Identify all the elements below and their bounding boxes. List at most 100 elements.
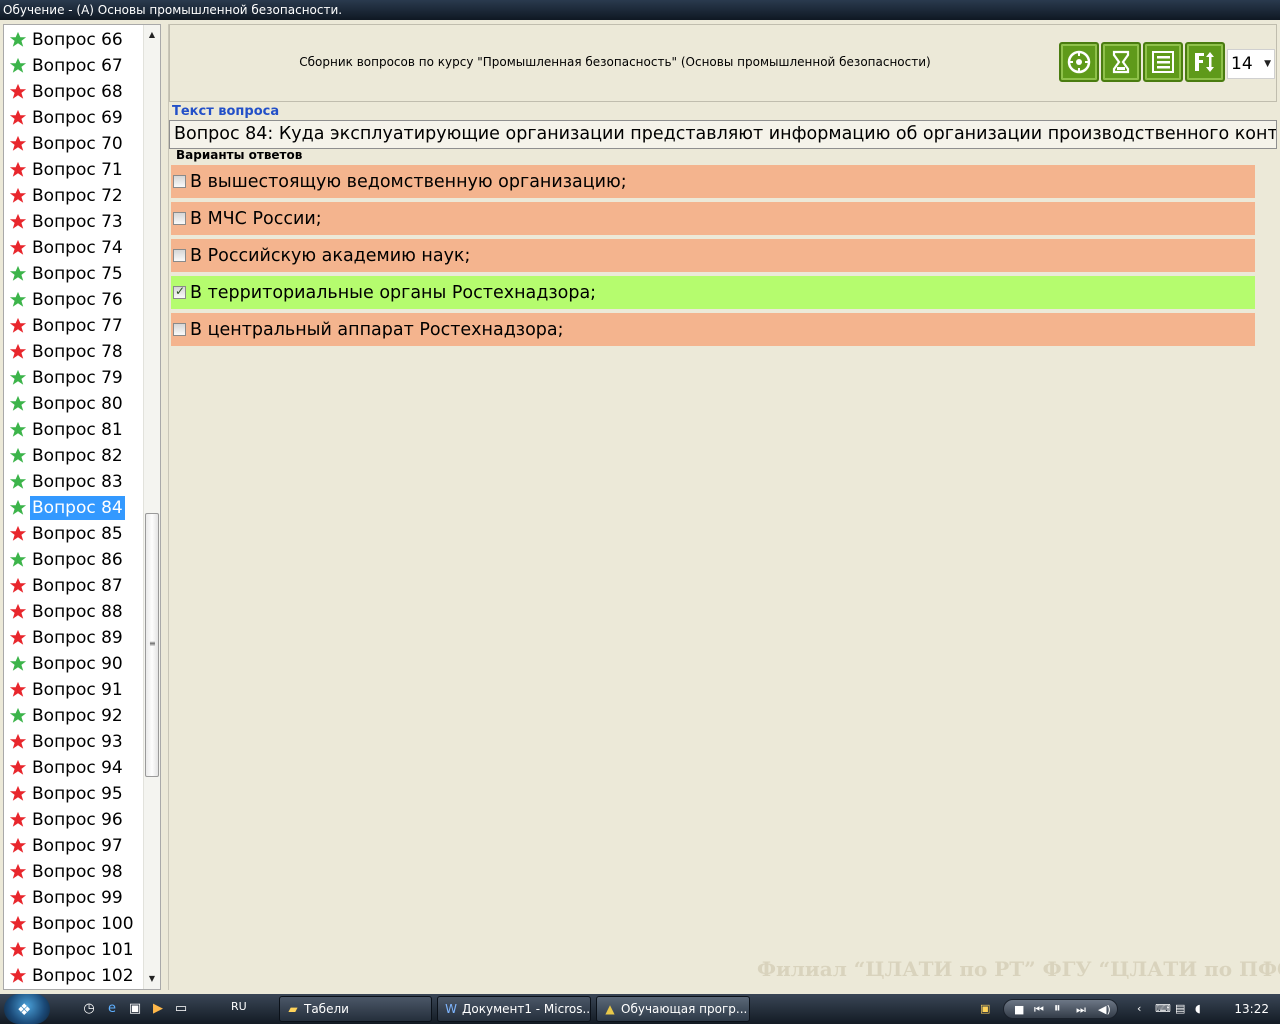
question-section-label: Текст вопроса xyxy=(172,104,280,119)
next-icon[interactable]: ⏭ xyxy=(1076,1002,1086,1018)
scrollbar-thumb[interactable]: ≡ xyxy=(145,513,159,777)
taskbar-item-label: Обучающая прогр... xyxy=(621,1002,748,1016)
scroll-down-arrow-icon[interactable]: ▼ xyxy=(144,971,160,987)
answer-checkbox[interactable] xyxy=(173,212,186,225)
stop-icon[interactable]: ■ xyxy=(1014,1002,1024,1018)
media-player-icon[interactable]: ▶ xyxy=(150,1001,166,1017)
question-list-item[interactable]: Вопрос 99 xyxy=(4,885,144,911)
taskbar-item-document[interactable]: W Документ1 - Micros... xyxy=(437,996,591,1022)
taskbar-item-training-app[interactable]: ▲ Обучающая прогр... xyxy=(596,996,750,1022)
switch-windows-icon[interactable]: ▣ xyxy=(127,1001,143,1017)
answer-checkbox[interactable] xyxy=(173,323,186,336)
question-list-item[interactable]: Вопрос 94 xyxy=(4,755,144,781)
scroll-up-arrow-icon[interactable]: ▲ xyxy=(144,27,160,43)
question-list-item[interactable]: Вопрос 90 xyxy=(4,651,144,677)
star-icon xyxy=(9,421,27,437)
question-list-scrollbar[interactable]: ▲ ≡ ▼ xyxy=(143,25,160,989)
question-list-item[interactable]: Вопрос 77 xyxy=(4,313,144,339)
font-size-button[interactable] xyxy=(1185,42,1225,82)
question-list-item[interactable]: Вопрос 98 xyxy=(4,859,144,885)
question-list-item[interactable]: Вопрос 102 xyxy=(4,963,144,989)
font-size-icon xyxy=(1195,52,1214,72)
language-indicator[interactable]: RU xyxy=(231,1000,247,1013)
media-restore-icon[interactable]: ▣ xyxy=(980,1001,990,1017)
question-list-item[interactable]: Вопрос 97 xyxy=(4,833,144,859)
star-icon xyxy=(9,889,27,905)
question-list-item-label: Вопрос 93 xyxy=(32,732,123,752)
question-list-item[interactable]: Вопрос 87 xyxy=(4,573,144,599)
question-list-item[interactable]: Вопрос 91 xyxy=(4,677,144,703)
clock-button[interactable] xyxy=(1059,42,1099,82)
speaker-icon[interactable]: ◖ xyxy=(1195,1001,1201,1017)
question-list-item[interactable]: Вопрос 66 xyxy=(4,27,144,53)
clock[interactable]: 13:22 xyxy=(1234,1002,1269,1016)
taskbar-item-tabeli[interactable]: ▰ Табели xyxy=(279,996,432,1022)
answer-option[interactable]: В Российскую академию наук; xyxy=(171,239,1255,272)
star-icon xyxy=(9,317,27,333)
app-icon: ▲ xyxy=(605,1002,615,1016)
question-list-item-label: Вопрос 87 xyxy=(32,576,123,596)
previous-icon[interactable]: ⏮ xyxy=(1034,1002,1044,1018)
question-list-item-label: Вопрос 81 xyxy=(32,420,123,440)
question-list-item[interactable]: Вопрос 88 xyxy=(4,599,144,625)
volume-icon[interactable]: ◀) xyxy=(1098,1002,1111,1018)
answer-checkbox[interactable] xyxy=(173,175,186,188)
question-list-item[interactable]: Вопрос 84 xyxy=(4,495,144,521)
question-list-item[interactable]: Вопрос 69 xyxy=(4,105,144,131)
question-list-item[interactable]: Вопрос 85 xyxy=(4,521,144,547)
question-list-item[interactable]: Вопрос 71 xyxy=(4,157,144,183)
question-list-item[interactable]: Вопрос 80 xyxy=(4,391,144,417)
answer-checkbox[interactable] xyxy=(173,249,186,262)
header-panel: Сборник вопросов по курсу "Промышленная … xyxy=(169,24,1277,102)
desktop-shortcut-icon[interactable]: ▭ xyxy=(173,1001,189,1017)
question-list-item-label: Вопрос 71 xyxy=(32,160,123,180)
question-list-item[interactable]: Вопрос 68 xyxy=(4,79,144,105)
question-list-item-label: Вопрос 96 xyxy=(32,810,123,830)
answer-option[interactable]: В территориальные органы Ростехнадзора; xyxy=(171,276,1255,309)
question-list-item[interactable]: Вопрос 92 xyxy=(4,703,144,729)
question-list-item[interactable]: Вопрос 95 xyxy=(4,781,144,807)
answer-option[interactable]: В вышестоящую ведомственную организацию; xyxy=(171,165,1255,198)
show-desktop-icon[interactable]: ◷ xyxy=(81,1001,97,1017)
internet-explorer-icon[interactable]: e xyxy=(104,1001,120,1017)
font-size-select[interactable]: 14 ▼ xyxy=(1227,49,1275,79)
question-list-item[interactable]: Вопрос 73 xyxy=(4,209,144,235)
question-list-item[interactable]: Вопрос 78 xyxy=(4,339,144,365)
star-icon xyxy=(9,681,27,697)
question-list-item[interactable]: Вопрос 100 xyxy=(4,911,144,937)
question-list-item-label: Вопрос 69 xyxy=(32,108,123,128)
question-list-item[interactable]: Вопрос 74 xyxy=(4,235,144,261)
question-list-item[interactable]: Вопрос 76 xyxy=(4,287,144,313)
star-icon xyxy=(9,109,27,125)
timer-button[interactable] xyxy=(1101,42,1141,82)
question-list-item-label: Вопрос 86 xyxy=(32,550,123,570)
font-size-value: 14 xyxy=(1231,54,1253,74)
question-list-item[interactable]: Вопрос 93 xyxy=(4,729,144,755)
question-list-item[interactable]: Вопрос 70 xyxy=(4,131,144,157)
question-list-item-label: Вопрос 66 xyxy=(32,30,123,50)
question-list-item[interactable]: Вопрос 67 xyxy=(4,53,144,79)
answer-option[interactable]: В МЧС России; xyxy=(171,202,1255,235)
pause-icon[interactable]: ⏸ xyxy=(1054,1001,1061,1017)
question-list-item[interactable]: Вопрос 101 xyxy=(4,937,144,963)
star-icon xyxy=(9,707,27,723)
question-list-item[interactable]: Вопрос 82 xyxy=(4,443,144,469)
expand-tray-icon[interactable]: ‹ xyxy=(1137,1001,1141,1017)
answer-option[interactable]: В центральный аппарат Ростехнадзора; xyxy=(171,313,1255,346)
question-list-item[interactable]: Вопрос 81 xyxy=(4,417,144,443)
answer-checkbox[interactable] xyxy=(173,284,186,299)
star-icon xyxy=(9,395,27,411)
keyboard-icon[interactable]: ⌨ xyxy=(1155,1001,1171,1017)
star-icon xyxy=(9,967,27,983)
network-icon[interactable]: ▤ xyxy=(1175,1001,1185,1017)
question-list-item[interactable]: Вопрос 96 xyxy=(4,807,144,833)
question-list-item[interactable]: Вопрос 72 xyxy=(4,183,144,209)
question-list-item[interactable]: Вопрос 79 xyxy=(4,365,144,391)
question-list-item[interactable]: Вопрос 86 xyxy=(4,547,144,573)
start-button[interactable]: ❖ xyxy=(4,994,50,1024)
question-list-item[interactable]: Вопрос 89 xyxy=(4,625,144,651)
question-list-button[interactable] xyxy=(1143,42,1183,82)
question-list-item[interactable]: Вопрос 75 xyxy=(4,261,144,287)
question-list-item[interactable]: Вопрос 83 xyxy=(4,469,144,495)
star-icon xyxy=(9,759,27,775)
